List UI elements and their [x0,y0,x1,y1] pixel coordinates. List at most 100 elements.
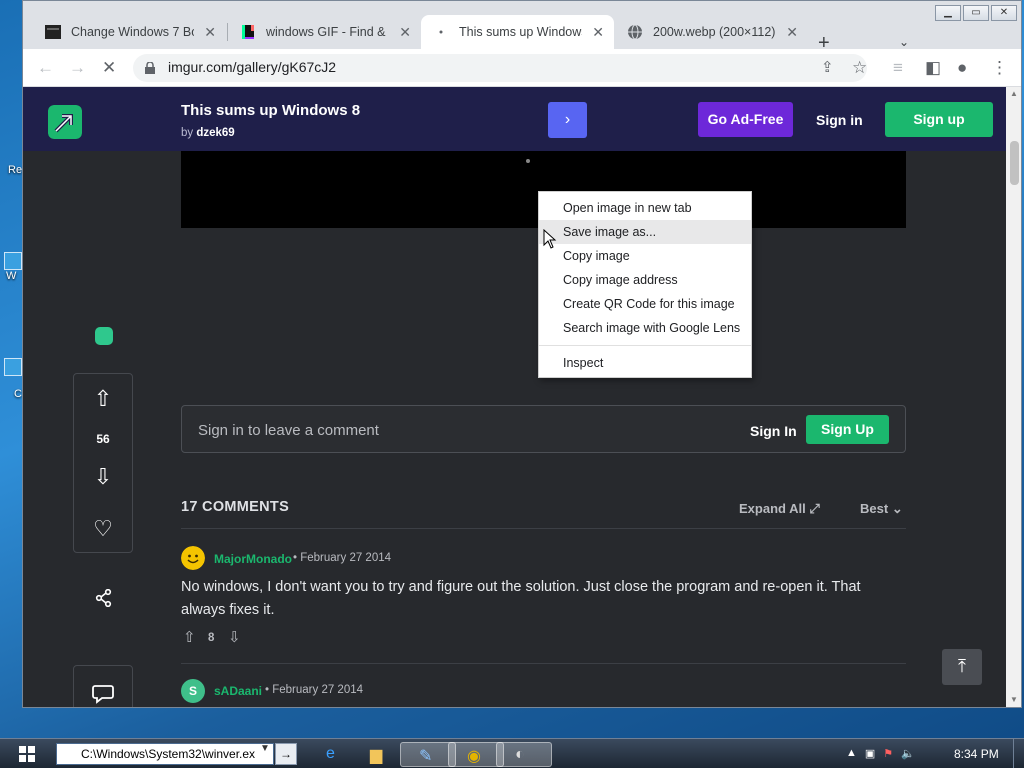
comment-date-text: February 27 2014 [272,684,364,696]
comment-date: • February 27 2014 [265,684,364,696]
post-byline: by dzek69 [181,127,235,139]
sort-label: Best [860,501,889,516]
close-tab-icon[interactable]: ✕ [786,24,798,41]
close-tab-icon[interactable]: ✕ [592,24,604,41]
image-loading-dot [526,159,530,163]
share-post-icon[interactable] [95,589,113,607]
tab-title: This sums up Windows [459,25,583,39]
run-go-button[interactable]: → [275,743,297,765]
menu-item-inspect[interactable]: Inspect [539,351,751,375]
comment-text: No windows, I don't want you to try and … [181,579,861,618]
edge-icon: e [326,745,335,762]
action-center-icon[interactable]: ⚑ [883,747,893,760]
menu-item-copy-image-address[interactable]: Copy image address [539,268,751,292]
comment-score: 8 [208,632,215,644]
menu-item-save-image-as[interactable]: Save image as... [539,220,751,244]
run-address-input[interactable]: C:\Windows\System32\winver.ex [56,743,274,765]
sign-up-button[interactable]: Sign up [885,102,993,137]
folder-icon: ▆ [370,747,383,764]
browser-window: ▁ ▭ ✕ Change Windows 7 Boo ✕ windows GIF… [22,0,1022,708]
sort-dropdown[interactable]: Best ⌄ [860,501,903,517]
go-ad-free-button[interactable]: Go Ad-Free [698,102,793,137]
comment-sign-in-link[interactable]: Sign In [750,423,797,439]
post-header: This sums up Windows 8 by dzek69 › Go Ad… [23,87,1006,151]
menu-item-create-qr-code[interactable]: Create QR Code for this image [539,292,751,316]
desktop-icon[interactable] [4,252,22,270]
reading-list-icon[interactable]: ≡ [893,58,903,78]
desktop-icon-label: Re [8,164,23,176]
volume-icon[interactable]: 🔈 [901,747,915,760]
forward-icon[interactable]: → [69,58,86,78]
close-tab-icon[interactable]: ✕ [204,24,216,41]
site-favicon-icon [45,25,61,39]
comment-sign-up-button[interactable]: Sign Up [806,415,889,444]
desktop-icon[interactable] [4,358,22,376]
tab-strip: Change Windows 7 Boo ✕ windows GIF - Fin… [23,15,1021,53]
lock-icon [145,62,155,74]
avatar[interactable] [181,546,205,570]
share-icon[interactable]: ⇪ [821,58,834,78]
menu-item-search-google-lens[interactable]: Search image with Google Lens [539,316,751,340]
back-to-top-button[interactable]: ⤒ [942,649,982,685]
kebab-menu-icon[interactable]: ⋮ [991,58,1008,78]
taskbar-clock[interactable]: 8:34 PM [954,747,999,761]
byline-prefix: by [181,127,197,139]
comment-upvote-icon[interactable]: ⇧ [183,628,196,646]
close-tab-icon[interactable]: ✕ [399,24,411,41]
imgur-logo-icon[interactable] [48,105,82,139]
menu-item-copy-image[interactable]: Copy image [539,244,751,268]
comment-author[interactable]: MajorMonado [214,552,292,566]
chevron-down-icon: ⌄ [891,501,903,516]
comment-panel-button[interactable] [73,665,133,707]
run-dropdown-icon[interactable]: ▼ [260,743,270,754]
post-title: This sums up Windows 8 [181,102,361,119]
comment-divider [181,663,906,664]
tab-change-windows[interactable]: Change Windows 7 Boo ✕ [33,15,226,49]
scrollbar-thumb[interactable] [1010,141,1019,185]
sign-in-link[interactable]: Sign in [816,112,863,128]
chrome-icon: ◉ [467,748,481,765]
network-icon[interactable]: ▣ [865,747,875,760]
vote-panel: ⇧ 56 ⇩ ♡ [73,373,133,553]
page-scrollbar[interactable]: ▲ ▼ [1006,87,1021,707]
page-content: This sums up Windows 8 by dzek69 › Go Ad… [23,87,1006,707]
scroll-up-arrow-icon[interactable]: ▲ [1010,89,1018,98]
tab-search-icon[interactable]: ⌄ [899,35,909,49]
favorite-heart-icon[interactable]: ♡ [74,516,132,542]
back-icon[interactable]: ← [37,58,54,78]
comment-input-box[interactable]: Sign in to leave a comment Sign In Sign … [181,405,906,453]
expand-all-button[interactable]: Expand All ⤢ [739,501,820,517]
scroll-down-arrow-icon[interactable]: ▼ [1010,695,1018,704]
desktop-icon-label: C [14,388,22,400]
next-post-button[interactable]: › [548,102,587,138]
speech-bubble-icon [92,685,114,704]
loading-favicon-icon [439,30,443,34]
taskbar-winver[interactable]: ◐ [496,742,552,767]
windows-start-icon[interactable] [19,746,35,762]
post-author-link[interactable]: dzek69 [196,127,234,139]
globe-icon [628,24,642,40]
url-text[interactable]: imgur.com/gallery/gK67cJ2 [168,59,336,75]
tab-windows-gif[interactable]: windows GIF - Find & St ✕ [228,15,421,49]
stop-loading-icon[interactable]: ✕ [102,58,116,78]
downvote-icon[interactable]: ⇩ [74,464,132,490]
emerald-award-icon[interactable] [95,327,113,345]
vote-count: 56 [96,432,110,446]
upvote-icon[interactable]: ⇧ [74,386,132,412]
browser-toolbar: ← → ✕ imgur.com/gallery/gK67cJ2 ⇪ ☆ ≡ ◧ … [23,49,1021,87]
avatar[interactable]: S [181,679,205,703]
tab-this-sums-up[interactable]: This sums up Windows ✕ [421,15,614,49]
tab-title: 200w.webp (200×112) [653,25,776,39]
system-tray: ▲ ▣ ⚑ 🔈 [846,747,915,760]
show-desktop-button[interactable] [1013,739,1024,768]
bookmark-star-icon[interactable]: ☆ [852,58,867,78]
tray-expand-icon[interactable]: ▲ [846,747,857,760]
menu-item-open-image-new-tab[interactable]: Open image in new tab [539,196,751,220]
tab-200w-webp[interactable]: 200w.webp (200×112) ✕ [615,15,808,49]
side-panel-icon[interactable]: ◧ [925,58,941,78]
profile-avatar-icon[interactable]: ● [957,58,967,78]
comment-author[interactable]: sADaani [214,684,262,698]
comment-downvote-icon[interactable]: ⇩ [228,628,241,646]
tab-title: Change Windows 7 Boo [71,25,195,39]
expand-icon: ⤢ [809,501,820,516]
